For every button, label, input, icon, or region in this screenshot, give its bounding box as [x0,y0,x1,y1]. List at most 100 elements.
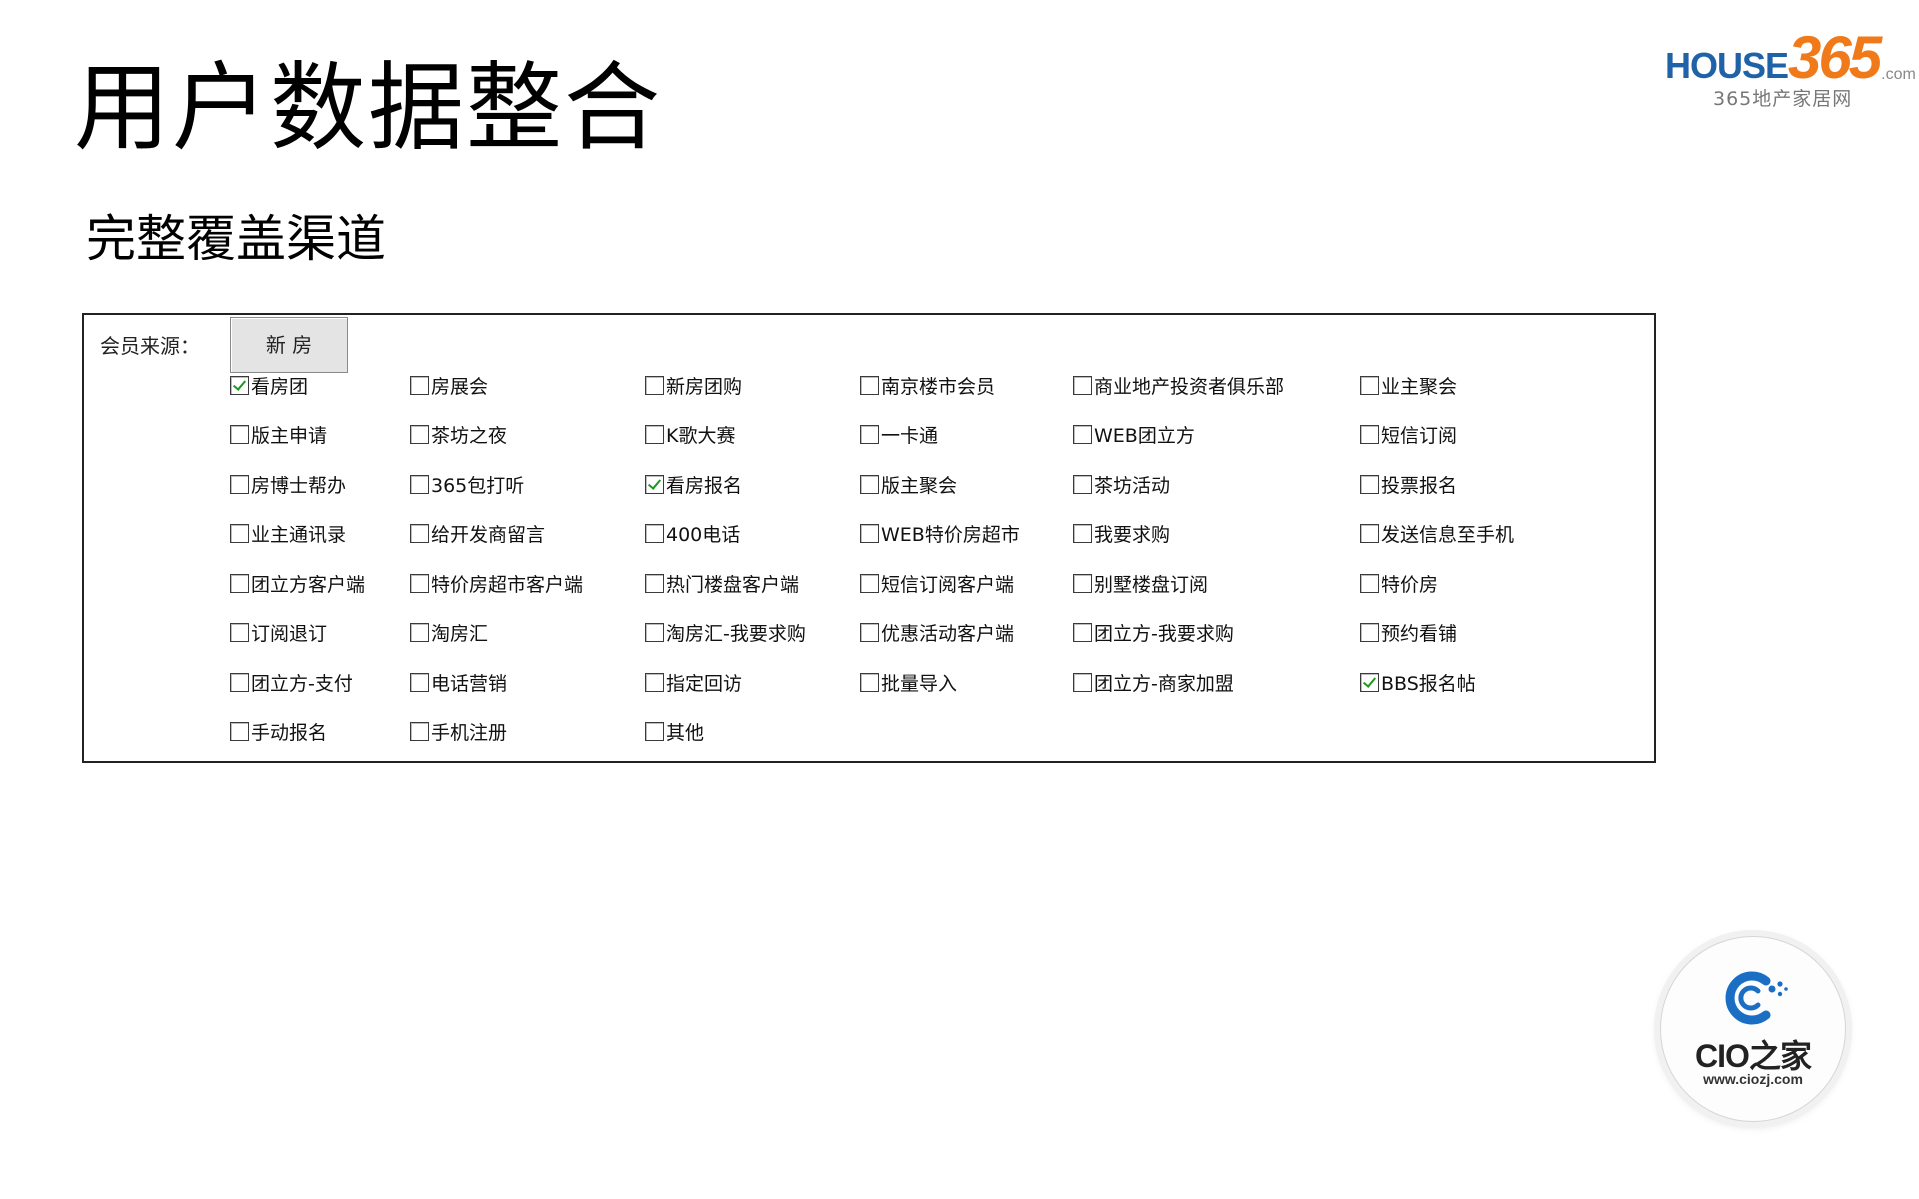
channel-checkbox-item[interactable]: 团立方-我要求购 [1073,619,1234,647]
checkbox[interactable] [230,474,249,494]
channel-checkbox-item[interactable]: 手机注册 [410,718,507,746]
channel-checkbox-item[interactable]: 茶坊活动 [1073,470,1170,498]
checkbox[interactable] [645,573,664,593]
checkbox[interactable] [645,623,664,642]
channel-checkbox-item[interactable]: 版主申请 [230,421,327,449]
checkbox-label: 商业地产投资者俱乐部 [1094,375,1285,398]
checkbox-label: 业主聚会 [1381,375,1458,398]
channel-checkbox-item[interactable]: 热门楼盘客户端 [645,569,799,597]
channel-checkbox-item[interactable]: 团立方-支付 [230,668,353,696]
checkbox[interactable] [1073,672,1092,692]
checkbox[interactable] [410,672,429,692]
checkbox[interactable] [860,524,879,543]
channel-checkbox-item[interactable]: 业主聚会 [1360,371,1457,399]
checkbox[interactable] [410,375,429,395]
checkbox-label: 给开发商留言 [431,524,546,546]
checkbox[interactable] [1073,573,1092,593]
channel-checkbox-item[interactable]: 预约看铺 [1360,619,1457,647]
channel-checkbox-item[interactable]: 其他 [645,718,704,746]
channel-checkbox-item[interactable]: 批量导入 [860,668,957,696]
checkbox[interactable] [230,425,249,444]
checkbox[interactable] [410,474,429,494]
channel-checkbox-item[interactable]: 订阅退订 [230,619,327,647]
channel-checkbox-item[interactable]: 茶坊之夜 [410,421,507,449]
channel-checkbox-item[interactable]: 别墅楼盘订阅 [1073,569,1208,597]
channel-checkbox-item[interactable]: 淘房汇 [410,619,488,647]
checkbox[interactable] [230,573,249,593]
checkbox[interactable] [410,722,429,741]
checkbox[interactable] [645,375,664,395]
channel-checkbox-item[interactable]: 特价房超市客户端 [410,569,583,597]
channel-checkbox-item[interactable]: 电话营销 [410,668,507,696]
checkbox[interactable] [1360,573,1379,593]
checkbox[interactable] [1073,623,1092,642]
checkbox[interactable] [860,573,879,593]
checkbox[interactable] [230,623,249,642]
channel-checkbox-item[interactable]: 新房团购 [645,371,742,399]
checkbox[interactable] [1073,425,1092,444]
channel-checkbox-item[interactable]: 团立方客户端 [230,569,365,597]
channel-checkbox-item[interactable]: 短信订阅 [1360,421,1457,449]
channel-checkbox-item[interactable]: 365包打听 [410,470,524,498]
checkbox[interactable] [1360,623,1379,642]
channel-checkbox-item[interactable]: 房展会 [410,371,488,399]
checkbox[interactable] [410,524,429,543]
channel-checkbox-item[interactable]: 指定回访 [645,668,742,696]
checkbox[interactable] [1360,474,1379,494]
checkbox[interactable] [860,474,879,494]
checkbox[interactable] [1073,524,1092,543]
channel-checkbox-item[interactable]: 商业地产投资者俱乐部 [1073,371,1284,399]
checkbox-label: 看房报名 [666,474,743,497]
checkbox[interactable] [645,672,664,692]
checkbox[interactable] [410,573,429,593]
channel-checkbox-item[interactable]: 版主聚会 [860,470,957,498]
checkbox-label: 淘房汇 [431,623,489,645]
checkbox[interactable] [1073,375,1092,395]
checkbox[interactable] [1360,672,1379,692]
checkbox[interactable] [645,722,664,741]
checkbox-label: 南京楼市会员 [881,375,996,398]
checkbox[interactable] [1360,524,1379,543]
channel-checkbox-item[interactable]: BBS报名帖 [1360,668,1476,696]
channel-checkbox-item[interactable]: K歌大赛 [645,421,735,449]
checkbox[interactable] [230,672,249,692]
checkbox-label: 预约看铺 [1381,623,1458,645]
channel-checkbox-item[interactable]: 发送信息至手机 [1360,520,1514,548]
channel-checkbox-item[interactable]: 看房报名 [645,470,742,498]
channel-checkbox-item[interactable]: 短信订阅客户端 [860,569,1014,597]
checkbox[interactable] [645,474,664,494]
channel-checkbox-item[interactable]: 给开发商留言 [410,520,545,548]
channel-checkbox-item[interactable]: 特价房 [1360,569,1438,597]
channel-checkbox-item[interactable]: 我要求购 [1073,520,1170,548]
checkbox[interactable] [645,524,664,543]
checkbox[interactable] [410,425,429,444]
channel-checkbox-item[interactable]: 投票报名 [1360,470,1457,498]
checkbox[interactable] [410,623,429,642]
channel-checkbox-item[interactable]: 看房团 [230,371,308,399]
channel-checkbox-item[interactable]: WEB团立方 [1073,421,1195,449]
checkbox[interactable] [860,375,879,395]
channel-checkbox-item[interactable]: 一卡通 [860,421,938,449]
checkbox[interactable] [230,524,249,543]
checkbox[interactable] [1360,375,1379,395]
checkbox[interactable] [860,672,879,692]
channel-checkbox-item[interactable]: 南京楼市会员 [860,371,995,399]
channel-checkbox-item[interactable]: 手动报名 [230,718,327,746]
channel-checkbox-item[interactable]: 优惠活动客户端 [860,619,1014,647]
checkbox[interactable] [860,623,879,642]
checkbox[interactable] [230,722,249,741]
channel-checkbox-item[interactable]: 淘房汇-我要求购 [645,619,806,647]
checkbox[interactable] [230,375,249,395]
checkbox[interactable] [1360,425,1379,444]
channel-checkbox-item[interactable]: 团立方-商家加盟 [1073,668,1234,696]
channel-checkbox-item[interactable]: 业主通讯录 [230,520,346,548]
checkbox-label: 投票报名 [1381,474,1458,497]
checkbox[interactable] [860,425,879,444]
channel-checkbox-item[interactable]: 房博士帮办 [230,470,346,498]
checkbox-label: 发送信息至手机 [1381,524,1515,546]
checkbox[interactable] [1073,474,1092,494]
channel-checkbox-item[interactable]: 400电话 [645,520,740,548]
channel-checkbox-item[interactable]: WEB特价房超市 [860,520,1020,548]
checkbox[interactable] [645,425,664,444]
tab-new-house[interactable]: 新 房 [230,317,348,373]
